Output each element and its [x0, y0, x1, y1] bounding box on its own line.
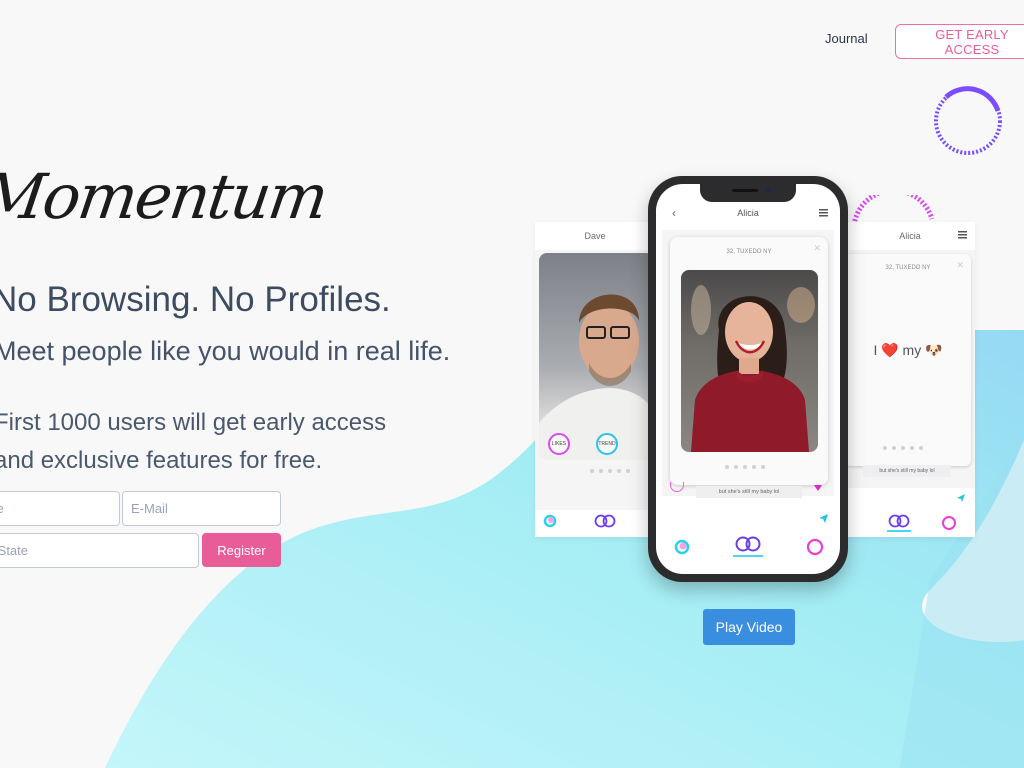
chat-bubble: but she's still my baby lol — [696, 486, 802, 498]
decorative-arc-icon — [851, 195, 935, 225]
heart-icon — [814, 485, 822, 491]
location-label: 32, TUXEDO NY — [885, 265, 931, 271]
person-illustration — [691, 285, 815, 452]
phone-screen: ‹ Alicia 32, TUXEDO NY ✕ but she's still… — [656, 184, 840, 574]
chat-bubble: but she's still my baby lol — [863, 465, 951, 477]
send-icon[interactable] — [957, 494, 965, 502]
promo-text: First 1000 users will get early access a… — [0, 404, 386, 480]
match-tab-icon[interactable] — [593, 514, 617, 528]
close-icon[interactable]: ✕ — [956, 260, 964, 271]
trend-badge[interactable]: TREND — [596, 433, 618, 455]
message-card: 32, TUXEDO NY ✕ I ❤️ my 🐶 — [845, 254, 971, 466]
profile-photo-alicia — [681, 270, 818, 452]
play-video-button[interactable]: Play Video — [703, 609, 795, 645]
email-input[interactable] — [122, 491, 281, 526]
get-early-access-button[interactable]: GET EARLY ACCESS — [895, 24, 1024, 59]
moments-tab-icon[interactable] — [543, 514, 557, 528]
name-input[interactable] — [0, 491, 120, 526]
likes-badge[interactable]: LIKES — [548, 433, 570, 455]
screen-title: Alicia — [737, 208, 759, 218]
screen-title: Dave — [584, 231, 606, 241]
phone-notch — [700, 184, 796, 202]
match-tab-icon[interactable] — [887, 514, 911, 532]
tab-bar — [543, 514, 653, 528]
promo-line-1: First 1000 users will get early access — [0, 409, 387, 436]
profile-photo-dave: LIKES TREND — [539, 253, 654, 460]
pagination-dots — [725, 465, 765, 469]
message-text: I ❤️ my 🐶 — [873, 342, 943, 358]
city-state-input[interactable] — [0, 533, 199, 568]
match-tab-icon[interactable] — [733, 536, 763, 558]
tab-bar — [674, 536, 824, 558]
pagination-dots — [590, 469, 630, 473]
loading-ring-icon — [934, 86, 1002, 155]
location-label: 32, TUXEDO NY — [726, 249, 772, 255]
promo-line-2: and exclusive features for free. — [0, 447, 323, 474]
moments-tab-icon[interactable] — [674, 539, 690, 555]
menu-icon[interactable] — [819, 209, 828, 217]
screen-title: Alicia — [899, 231, 921, 241]
hero-headline: No Browsing. No Profiles. — [0, 280, 391, 319]
screen-alicia-message: Alicia 32, TUXEDO NY ✕ I ❤️ my 🐶 but she… — [845, 222, 975, 537]
tab-bar — [887, 514, 977, 532]
close-icon[interactable]: ✕ — [813, 243, 821, 254]
brand-logo: Momentum — [0, 160, 332, 233]
nav-journal-link[interactable]: Journal — [825, 31, 868, 46]
register-button[interactable]: Register — [202, 533, 281, 567]
pagination-dots — [883, 446, 923, 450]
hero-subhead: Meet people like you would in real life. — [0, 336, 451, 366]
profile-card: 32, TUXEDO NY ✕ — [670, 237, 828, 485]
profile-tab-icon[interactable] — [806, 538, 824, 556]
person-illustration — [539, 294, 654, 460]
profile-tab-icon[interactable] — [941, 515, 957, 531]
phone-mockup: ‹ Alicia 32, TUXEDO NY ✕ but she's still… — [648, 176, 848, 582]
menu-icon[interactable] — [958, 231, 967, 239]
send-icon[interactable] — [819, 514, 828, 523]
